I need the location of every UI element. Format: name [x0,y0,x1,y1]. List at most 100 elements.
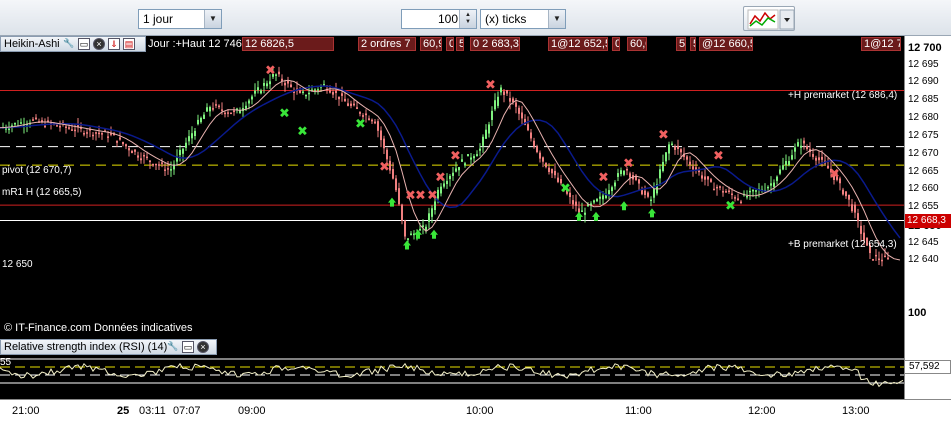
top-toolbar: 1 jour ▼ 100 ▲ ▼ (x) ticks ▼ [0,0,951,36]
candle-body [782,165,784,170]
close-icon[interactable]: × [93,38,105,50]
price-tick: 12 685 [908,94,939,105]
candle-body [710,179,712,182]
maximize-icon[interactable]: ▭ [182,341,194,353]
candle-body [713,188,715,191]
price-chart[interactable]: ✖✖ ✖✖✖✖✖✖ ✖ ✖✖✖✖✖✖✖✖✖ [0,52,904,336]
candle-body [266,83,268,87]
candle-body [74,129,76,132]
candle-body [629,173,631,178]
sell-signal-icon: ✖ [435,171,446,186]
candle-body [98,132,100,135]
candle-body [767,186,769,189]
candle-body [419,228,421,231]
candle-body [557,177,559,182]
candle-body [245,105,247,109]
price-tick: 12 675 [908,130,939,141]
ticks-unit-select[interactable]: (x) ticks ▼ [480,9,566,29]
candle-body [821,156,823,160]
chart-style-button[interactable] [743,6,795,31]
candle-body [128,148,130,151]
candle-body [473,156,475,159]
candle-body [341,93,343,96]
candle-body [740,201,742,204]
candle-body [59,125,61,128]
candle-body [284,82,286,86]
candle-body [575,201,577,206]
close-icon[interactable]: × [197,341,209,353]
candle-body [194,130,196,137]
sell-signal-icon: ✖ [265,64,276,79]
candle-body [533,140,535,147]
candle-body [464,163,466,166]
candle-body [860,225,862,234]
candle-body [155,163,157,166]
candle-body [716,186,718,189]
candle-body [599,196,601,199]
candle-body [737,198,739,200]
order-tag[interactable]: 5 [456,37,464,51]
chevron-down-icon[interactable]: ▼ [548,10,565,28]
maximize-icon[interactable]: ▭ [78,38,90,50]
order-tag[interactable]: 2 ordres 7 [358,37,416,51]
order-tag[interactable]: @12 660,5 [699,37,753,51]
candle-body [125,144,127,147]
order-tag[interactable]: 1@12 700 [861,37,901,51]
order-tag[interactable]: 60,0 [627,37,647,51]
candle-body [494,100,496,110]
trading-app: 1 jour ▼ 100 ▲ ▼ (x) ticks ▼ Heikin-Ashi … [0,0,951,421]
order-tag[interactable]: 0 [612,37,620,51]
candle-body [854,204,856,213]
candle-body [206,107,208,112]
price-tick: 12 665 [908,166,939,177]
chart-icon[interactable]: ▤ [123,38,135,50]
chevron-down-icon[interactable]: ▼ [204,10,221,28]
candle-body [230,112,232,115]
period-select[interactable]: 1 jour ▼ [138,9,222,29]
wrench-icon[interactable]: 🔧 [63,38,75,50]
candle-body [134,149,136,152]
order-tag[interactable]: 1@12 652,5 [548,37,608,51]
candle-body [845,191,847,197]
candle-body [185,142,187,148]
order-tag[interactable]: 12 6826,5 [242,37,334,51]
candle-body [752,189,754,192]
candle-body [644,190,646,195]
candle-body [209,107,211,112]
candle-body [374,121,376,124]
candle-body [887,257,889,260]
candle-body [749,190,751,193]
price-tick: 12 700 [908,42,942,54]
candle-body [467,154,469,157]
candle-body [641,190,643,195]
candle-body [452,172,454,176]
candle-body [398,188,400,205]
ticks-input[interactable]: 100 ▲ ▼ [401,9,477,29]
wrench-icon[interactable]: 🔧 [167,341,179,353]
candle-body [470,157,472,160]
candle-body [497,96,499,106]
order-tag[interactable]: 60,9 [420,37,442,51]
h-premarket-label: +H premarket (12 686,4) [788,90,898,101]
spinner-icon[interactable]: ▲ ▼ [459,10,476,28]
rsi-header: Relative strength index (RSI) (14) 🔧 ▭ × [0,339,217,355]
order-tag[interactable]: 0 [446,37,454,51]
candle-body [662,161,664,172]
alert-icon[interactable]: ⇓ [108,38,120,50]
order-tag[interactable]: 0 2 683,3 [470,37,520,51]
candle-body [848,194,850,200]
price-axis: 12 700 12 695 12 690 12 685 12 680 12 675 12 6… [904,36,951,399]
candle-body [491,110,493,120]
candle-body [338,96,340,100]
candle-body [32,119,34,121]
candle-body [377,121,379,131]
order-tag[interactable]: 5 [690,37,696,51]
order-tag[interactable]: 53,5 [676,37,686,51]
candle-body [170,169,172,171]
candle-body [872,259,874,261]
price-tick: 100 [908,307,927,319]
candle-body [794,147,796,152]
candle-body [71,129,73,131]
candle-body [545,162,547,168]
buy-signal-icon: ✖ [725,199,736,214]
